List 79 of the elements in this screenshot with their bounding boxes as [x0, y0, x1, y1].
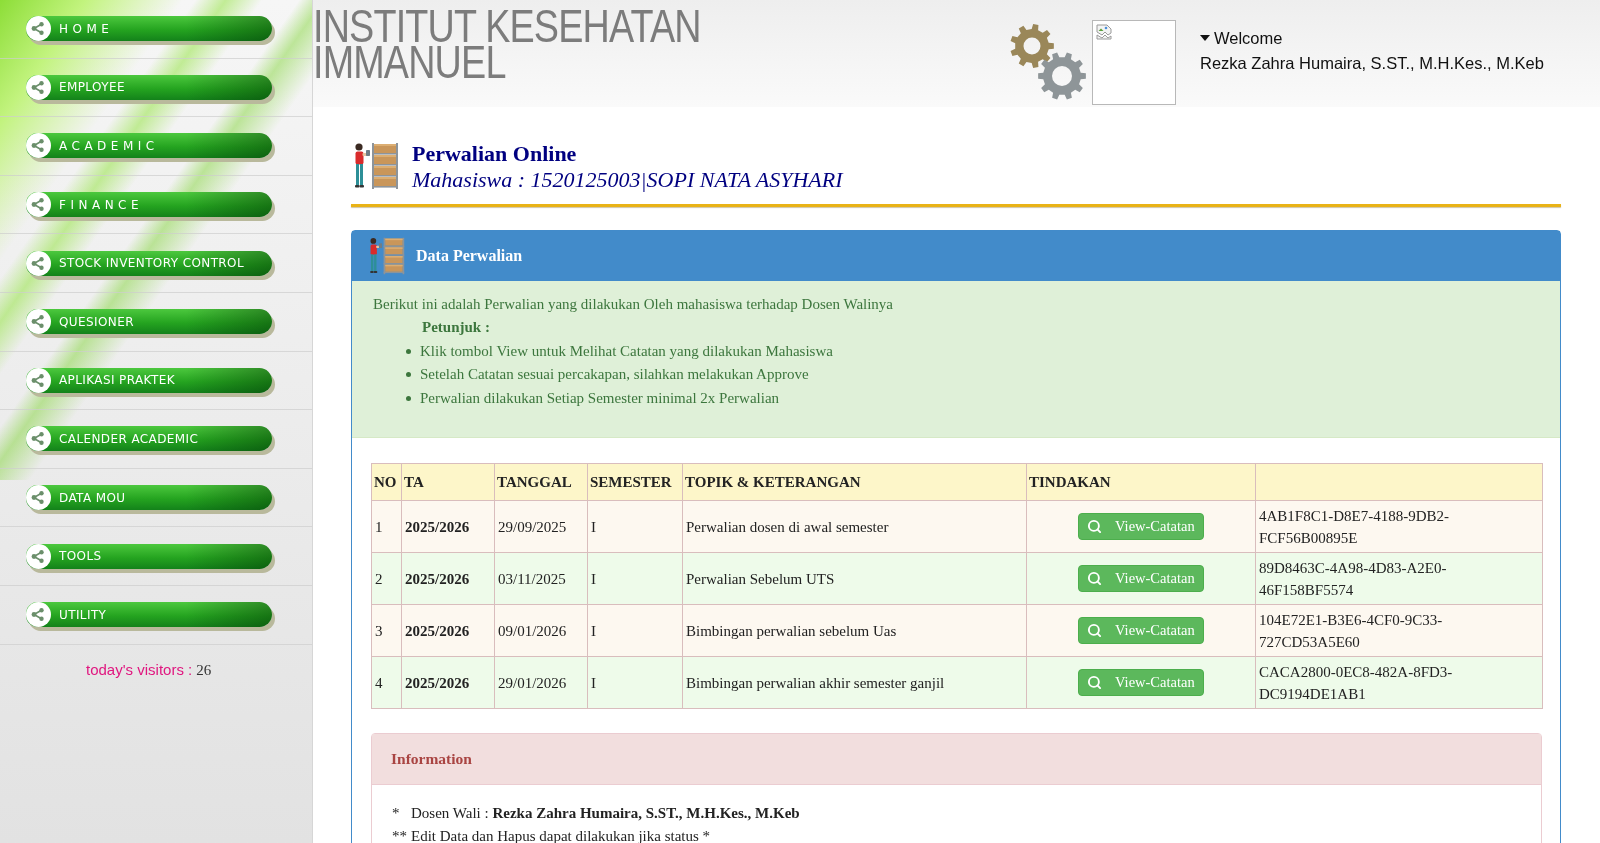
table-cell: Perwalian Sebelum UTS [686, 570, 835, 587]
column-header: TANGGAL [497, 473, 572, 490]
bullet-icon [406, 372, 411, 378]
table-cell: I [591, 518, 596, 535]
table-cell: 2025/2026 [405, 518, 470, 535]
share-icon [26, 133, 51, 159]
table-cell: I [591, 570, 596, 587]
column-header: TOPIK & KETERANGAN [685, 473, 861, 490]
table-cell: Bimbingan perwalian sebelum Uas [686, 622, 897, 639]
intro-text: Berikut ini adalah Perwalian yang dilakukan Oleh mahasiswa terhadap Dosen Walinya [373, 295, 895, 314]
table-cell: I [591, 622, 596, 639]
table-cell: 104E72E1-B3E6-4CF0-9C33-727CD53A5E60 [1259, 611, 1443, 650]
menu-item[interactable]: DATA MOU [26, 485, 272, 511]
person-shelf-icon [367, 236, 405, 276]
search-icon [1087, 675, 1102, 691]
bullet-icon [406, 349, 411, 354]
page-title: Perwalian Online [412, 141, 577, 167]
info-title: Information [391, 750, 472, 769]
search-icon [1087, 623, 1102, 639]
share-icon [26, 16, 51, 42]
share-icon [26, 74, 51, 100]
table-cell: CACA2800-0EC8-482A-8FD3-DC9194DE1AB1 [1259, 663, 1453, 702]
view-notes-button[interactable]: View-Catatan [1078, 513, 1204, 541]
visitors-label: today's visitors : [86, 660, 193, 678]
menu-item[interactable]: CALENDER ACADEMIC [26, 426, 272, 452]
table-cell: I [591, 674, 596, 691]
table-cell: 03/11/2025 [498, 570, 566, 587]
share-icon [26, 367, 51, 393]
bullet-icon [406, 395, 411, 401]
table-cell: 4AB1F8C1-D8E7-4188-9DB2-FCF56B00895E [1259, 507, 1449, 546]
column-header: SEMESTER [590, 473, 672, 490]
search-icon [1087, 519, 1102, 535]
share-icon [26, 192, 51, 218]
view-notes-button[interactable]: View-Catatan [1078, 565, 1204, 593]
table-cell: 4 [375, 674, 383, 691]
menu-item[interactable]: QUESIONER [26, 309, 272, 335]
table-cell: 29/01/2026 [498, 674, 567, 691]
menu-item[interactable]: UTILITY [26, 602, 272, 628]
welcome-dropdown[interactable]: Welcome [1200, 25, 1283, 51]
panel-title: Data Perwalian [416, 247, 523, 265]
column-header: NO [374, 473, 397, 490]
menu-item[interactable]: ACADEMIC [26, 133, 272, 159]
share-icon [26, 485, 51, 511]
hint-text: Setelah Catatan sesuai percakapan, silahkan melakukan Approve [420, 365, 809, 385]
share-icon [26, 543, 51, 569]
menu-item[interactable]: FINANCE [26, 192, 272, 218]
note-text: * Dosen Wali : Rezka Zahra Humaira, S.ST., M.H.Kes., M.Keb [392, 804, 801, 824]
table-cell: 2 [375, 570, 383, 587]
view-notes-button[interactable]: View-Catatan [1078, 617, 1204, 645]
share-icon [26, 250, 51, 276]
logo-text: IMMANUEL [313, 44, 506, 80]
table-cell: 2025/2026 [405, 674, 470, 691]
gears-icon [1008, 22, 1088, 102]
share-icon [26, 426, 51, 452]
table-cell: 2025/2026 [405, 622, 470, 639]
column-header: TA [404, 473, 424, 490]
view-notes-button[interactable]: View-Catatan [1078, 669, 1204, 697]
share-icon [26, 309, 51, 335]
menu-item[interactable]: HOME [26, 16, 272, 42]
page-subtitle: Mahasiswa : 1520125003|SOPI NATA ASYHARI [412, 167, 843, 193]
caret-down-icon [1200, 35, 1210, 41]
logo-text: INSTITUT KESEHATAN [313, 8, 701, 44]
table-cell: 2025/2026 [405, 570, 470, 587]
user-name: Rezka Zahra Humaira, S.ST., M.H.Kes., M.Keb [1200, 52, 1544, 74]
table-cell: 3 [375, 622, 383, 639]
table-cell: 29/09/2025 [498, 518, 567, 535]
table-cell: 1 [375, 518, 383, 535]
broken-image-icon [1096, 24, 1112, 40]
table-cell: Perwalian dosen di awal semester [686, 518, 889, 535]
hint-text: Klik tombol View untuk Melihat Catatan yang dilakukan Mahasiswa [420, 341, 833, 361]
search-icon [1087, 571, 1102, 587]
table-cell: 89D8463C-4A98-4D83-A2E0-46F158BF5574 [1259, 559, 1447, 598]
hint-text: Perwalian dilakukan Setiap Semester minimal 2x Perwalian [420, 388, 780, 408]
visitors-count: 26 [196, 661, 212, 678]
hint-title: Petunjuk : [422, 318, 491, 338]
share-icon [26, 602, 51, 628]
column-header: TINDAKAN [1029, 473, 1111, 490]
table-cell: 09/01/2026 [498, 622, 567, 639]
table-cell: Bimbingan perwalian akhir semester ganjil [686, 674, 945, 691]
